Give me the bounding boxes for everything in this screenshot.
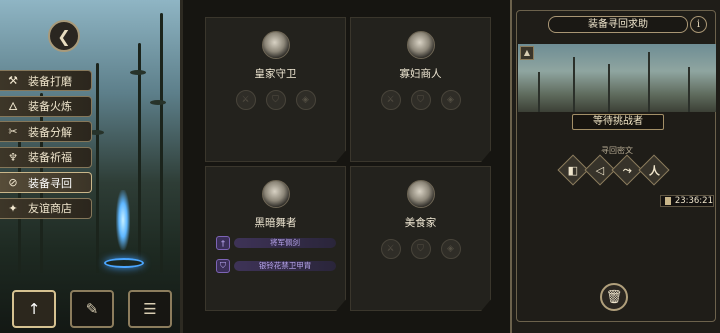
bottom-bar: ↑ ✎ ☰ <box>0 284 180 333</box>
reward-label: 银铃花禁卫甲胄 <box>234 261 336 271</box>
timer-value: 23:36:21 <box>674 196 713 206</box>
slot-row: ⚔ ⛉ ◈ <box>351 239 490 259</box>
menu-item-retrieve[interactable]: ⊘ 装备寻回 <box>0 172 92 193</box>
menu-item-label: 装备分解 <box>28 125 72 139</box>
cipher-rune-icon[interactable]: 人 <box>638 154 670 186</box>
request-grid: 皇家守卫 ⚔ ⛉ ◈ 寡妇商人 ⚔ ⛉ ◈ 黑暗舞者 † 将军佩剑 ⛉ 银铃花禁… <box>180 0 510 333</box>
cipher-label: 寻回密文 <box>601 146 633 155</box>
trash-icon: 🗑 <box>605 289 623 305</box>
hourglass-icon <box>665 197 671 205</box>
split-icon: ✂ <box>8 125 18 138</box>
merchant-portrait-icon <box>407 31 435 59</box>
sword-icon: † <box>216 236 230 250</box>
plant-stalk <box>138 43 141 273</box>
glow-ring <box>104 258 144 268</box>
shop-icon: ✦ <box>8 201 18 215</box>
accessory-slot-icon: ◈ <box>440 90 461 110</box>
plant-stalk <box>96 63 99 273</box>
scene-tree <box>608 64 610 112</box>
scene-tree <box>648 52 650 112</box>
weapon-slot-icon: ⚔ <box>235 90 256 110</box>
scene-tree <box>573 57 575 112</box>
dancer-portrait-icon <box>262 180 290 208</box>
back-button[interactable]: ❮ <box>48 20 80 52</box>
weapon-slot-icon: ⚔ <box>380 90 401 110</box>
reward-item[interactable]: † 将军佩剑 <box>216 236 336 250</box>
list-tab-button[interactable]: ☰ <box>128 290 172 328</box>
challenger-scene <box>518 44 716 112</box>
equipment-tab-button[interactable]: ↑ <box>12 290 56 328</box>
glowing-sword <box>116 190 130 250</box>
menu-item-label: 友谊商店 <box>28 202 72 215</box>
info-icon[interactable]: i <box>690 16 707 33</box>
compass-icon: ⊘ <box>8 176 18 189</box>
menu-item-friend-shop[interactable]: ✦ 友谊商店 <box>0 197 92 219</box>
scene-tree <box>538 72 540 112</box>
request-card[interactable]: 寡妇商人 ⚔ ⛉ ◈ <box>350 17 491 162</box>
back-arrow-icon: ❮ <box>57 26 71 46</box>
weapon-slot-icon: ⚔ <box>380 239 401 259</box>
plant-stalk <box>160 13 163 273</box>
side-menu: ⚒ 装备打磨 🜂 装备火炼 ✂ 装备分解 ♆ 装备祈福 ⊘ 装备寻回 ✦ 友谊商… <box>0 70 92 223</box>
equipment-icon: ↑ <box>27 300 41 318</box>
request-card[interactable]: 黑暗舞者 † 将军佩剑 ⛉ 银铃花禁卫甲胄 <box>205 166 346 311</box>
menu-item-label: 装备寻回 <box>28 176 72 190</box>
armor-slot-icon: ⛉ <box>265 90 286 110</box>
reward-item[interactable]: ⛉ 银铃花禁卫甲胄 <box>216 259 336 273</box>
scene-badge-icon: ▲ <box>520 46 534 60</box>
countdown-timer: 23:36:21 <box>660 195 714 207</box>
plant-leaf <box>150 100 166 105</box>
slot-row: ⚔ ⛉ ◈ <box>206 90 345 110</box>
prayer-icon: ♆ <box>8 150 18 164</box>
gourmet-portrait-icon <box>407 180 435 208</box>
status-banner: 等待挑战者 <box>572 114 664 130</box>
menu-item-label: 装备祈福 <box>28 151 72 164</box>
reward-label: 将军佩剑 <box>234 238 336 248</box>
feather-icon: ✎ <box>85 300 99 318</box>
card-name: 美食家 <box>404 217 437 229</box>
card-name: 寡妇商人 <box>399 68 442 80</box>
menu-item-polish[interactable]: ⚒ 装备打磨 <box>0 70 92 91</box>
menu-item-label: 装备打磨 <box>28 74 72 88</box>
retrieve-help-panel: 装备寻回求助 i ▲ 等待挑战者 寻回密文 ◧ ◁ ⤳ 人 23:36:21 🗑 <box>510 0 720 333</box>
menu-item-label: 装备火炼 <box>28 100 72 113</box>
list-icon: ☰ <box>143 300 157 318</box>
card-name: 黑暗舞者 <box>254 217 297 229</box>
plant-leaf <box>130 70 146 75</box>
panel-title: 装备寻回求助 <box>548 16 688 33</box>
accessory-slot-icon: ◈ <box>295 90 316 110</box>
feather-tab-button[interactable]: ✎ <box>70 290 114 328</box>
menu-item-bless[interactable]: ♆ 装备祈福 <box>0 146 92 168</box>
armor-icon: ⛉ <box>216 259 230 273</box>
card-name: 皇家守卫 <box>254 68 297 80</box>
menu-item-dismantle[interactable]: ✂ 装备分解 <box>0 121 92 142</box>
armor-slot-icon: ⛉ <box>410 90 431 110</box>
request-card[interactable]: 美食家 ⚔ ⛉ ◈ <box>350 166 491 311</box>
accessory-slot-icon: ◈ <box>440 239 461 259</box>
menu-item-forge[interactable]: 🜂 装备火炼 <box>0 95 92 117</box>
trash-button[interactable]: 🗑 <box>600 283 628 311</box>
hammer-icon: ⚒ <box>8 74 18 87</box>
flame-icon: 🜂 <box>8 100 18 113</box>
knight-portrait-icon <box>262 31 290 59</box>
scene-tree <box>688 67 690 112</box>
request-card[interactable]: 皇家守卫 ⚔ ⛉ ◈ <box>205 17 346 162</box>
armor-slot-icon: ⛉ <box>410 239 431 259</box>
cipher-row: ◧ ◁ ⤳ 人 <box>557 154 670 186</box>
slot-row: ⚔ ⛉ ◈ <box>351 90 490 110</box>
